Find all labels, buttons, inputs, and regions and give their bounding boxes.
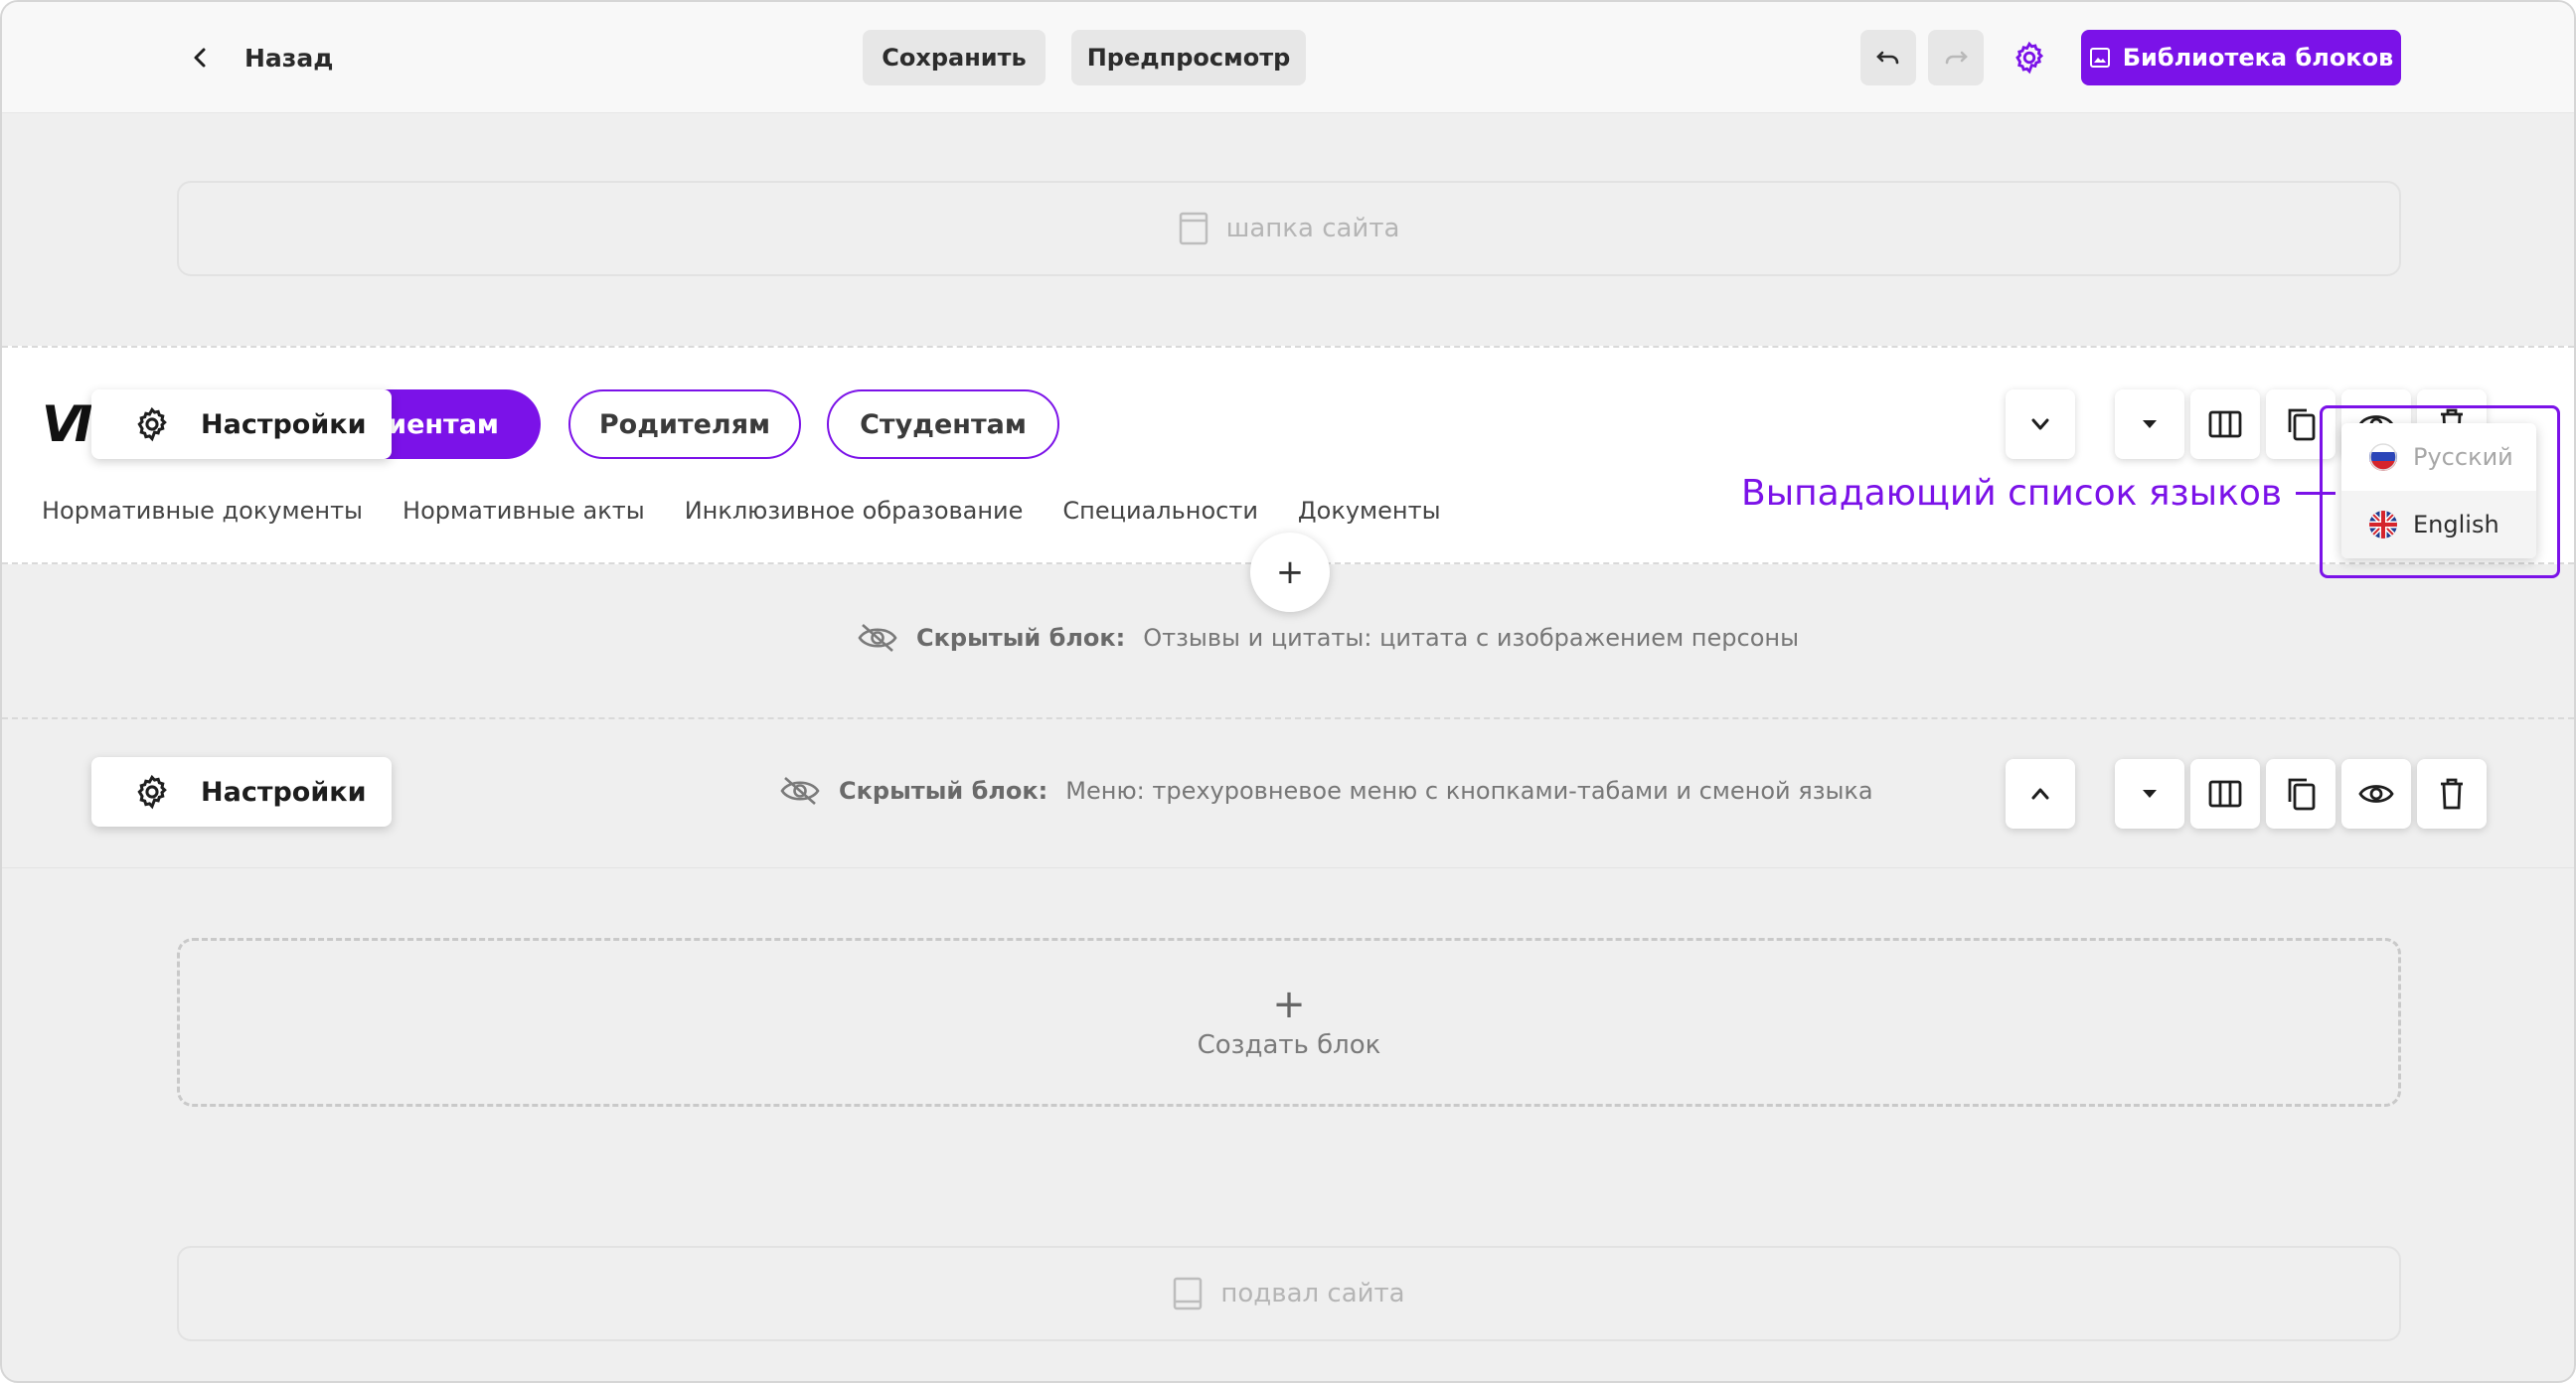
russia-flag-icon: [2369, 443, 2397, 471]
columns-button[interactable]: [2190, 389, 2260, 459]
hidden-block-row: Скрытый блок: Меню: трехуровневое меню с…: [779, 775, 1873, 807]
trash-icon: [2441, 778, 2463, 810]
hidden-block-quotes[interactable]: Скрытый блок: Отзывы и цитаты: цитата с …: [2, 564, 2574, 719]
page-footer-icon: [1174, 1277, 1203, 1310]
site-footer-label: подвал сайта: [1220, 1279, 1405, 1308]
nav-link[interactable]: Инклюзивное образование: [685, 497, 1024, 525]
gear-icon: [137, 774, 167, 810]
block-settings-label: Настройки: [201, 408, 367, 440]
redo-icon: [1945, 51, 1968, 65]
page-icon: [1179, 212, 1208, 245]
menu-block[interactable]: VI иентам Настройки Родителям Студентам …: [2, 346, 2574, 564]
language-dropdown-annotation: Выпадающий список языков: [1741, 473, 2336, 514]
move-down-button[interactable]: [2115, 389, 2184, 459]
undo-button[interactable]: [1860, 30, 1916, 85]
move-down-button[interactable]: [2115, 759, 2184, 829]
hidden-block-row: Скрытый блок: Отзывы и цитаты: цитата с …: [857, 622, 1799, 654]
eye-icon: [2358, 785, 2394, 803]
uk-flag-icon: [2369, 511, 2397, 538]
visibility-button[interactable]: [2341, 759, 2411, 829]
preview-button[interactable]: Предпросмотр: [1071, 30, 1306, 85]
duplicate-button[interactable]: [2266, 759, 2335, 829]
back-button[interactable]: Назад: [181, 38, 333, 77]
expand-button[interactable]: [2006, 759, 2075, 829]
language-option-english[interactable]: English: [2341, 491, 2536, 558]
gear-icon: [137, 406, 167, 442]
hidden-block-menu[interactable]: Настройки Скрытый блок: Меню: трехуровне…: [2, 719, 2574, 868]
block-settings-label: Настройки: [201, 776, 367, 808]
plus-icon: +: [1272, 982, 1306, 1027]
create-block-label: Создать блок: [1197, 1030, 1381, 1060]
site-logo: VI: [42, 395, 92, 453]
delete-button[interactable]: [2417, 759, 2487, 829]
top-toolbar: Назад Сохранить Предпросмотр Библиотека …: [2, 2, 2574, 113]
gear-icon: [2015, 41, 2044, 75]
block-settings-button[interactable]: Настройки: [91, 389, 392, 459]
columns-button[interactable]: [2190, 759, 2260, 829]
hidden-block-description: Отзывы и цитаты: цитата с изображением п…: [1143, 624, 1800, 652]
nav-link[interactable]: Специальности: [1062, 497, 1258, 525]
chevron-down-icon: [2031, 418, 2049, 430]
language-option-label: Русский: [2413, 443, 2513, 471]
site-footer-placeholder[interactable]: подвал сайта: [177, 1246, 2401, 1341]
nav-links: Нормативные документы Нормативные акты И…: [42, 497, 1441, 525]
image-icon: [2089, 48, 2110, 68]
nav-link[interactable]: Документы: [1298, 497, 1441, 525]
language-option-russian[interactable]: Русский: [2341, 423, 2536, 491]
tab-parents[interactable]: Родителям: [568, 389, 801, 459]
block-library-button[interactable]: Библиотека блоков: [2081, 30, 2401, 85]
copy-icon: [2288, 778, 2316, 811]
eye-off-icon: [858, 624, 897, 652]
undo-icon: [1876, 51, 1899, 65]
site-header-placeholder[interactable]: шапка сайта: [177, 181, 2401, 276]
hidden-block-prefix: Скрытый блок:: [839, 777, 1048, 805]
copy-icon: [2288, 408, 2316, 441]
site-header-label: шапка сайта: [1225, 214, 1400, 243]
redo-button[interactable]: [1928, 30, 1984, 85]
nav-link[interactable]: Нормативные документы: [42, 497, 363, 525]
caret-down-icon: [2143, 790, 2157, 798]
hidden-block-description: Меню: трехуровневое меню с кнопками-таба…: [1065, 777, 1873, 805]
collapse-button[interactable]: [2006, 389, 2075, 459]
save-button[interactable]: Сохранить: [863, 30, 1046, 85]
chevron-up-icon: [2031, 788, 2049, 800]
site-settings-button[interactable]: [2006, 34, 2053, 81]
language-option-label: English: [2413, 511, 2499, 538]
columns-icon: [2208, 780, 2242, 808]
annotation-label: Выпадающий список языков: [1741, 473, 2283, 514]
nav-link[interactable]: Нормативные акты: [402, 497, 645, 525]
columns-icon: [2208, 410, 2242, 438]
back-label: Назад: [244, 43, 334, 73]
eye-off-icon: [780, 777, 820, 805]
editor-frame: Назад Сохранить Предпросмотр Библиотека …: [0, 0, 2576, 1383]
block-library-label: Библиотека блоков: [2122, 44, 2394, 72]
chevron-left-icon: [181, 38, 221, 77]
language-dropdown[interactable]: Русский English: [2341, 423, 2536, 558]
create-block-button[interactable]: + Создать блок: [177, 938, 2401, 1107]
hidden-block-prefix: Скрытый блок:: [916, 624, 1126, 652]
tab-students[interactable]: Студентам: [827, 389, 1059, 459]
caret-down-icon: [2143, 420, 2157, 428]
block-settings-button[interactable]: Настройки: [91, 757, 392, 827]
